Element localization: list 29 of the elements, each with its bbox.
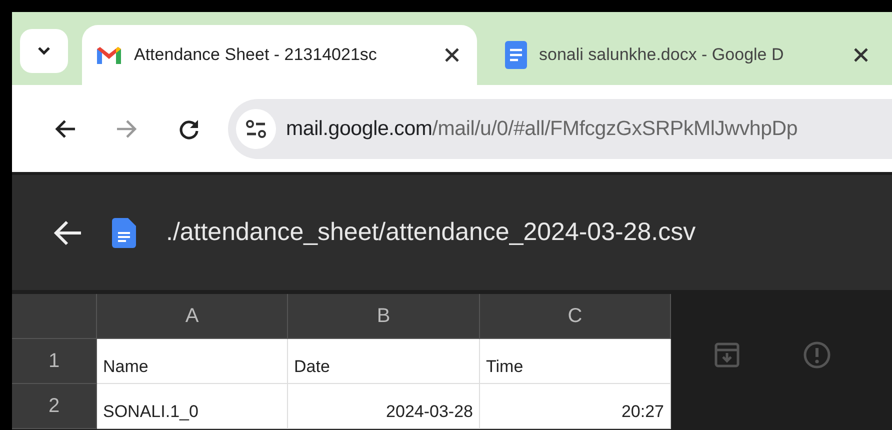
- back-button[interactable]: [52, 220, 82, 246]
- browser-tab[interactable]: Attendance Sheet - 21314021sc: [82, 25, 477, 85]
- row-header[interactable]: 1: [12, 339, 97, 384]
- url-text: mail.google.com/mail/u/0/#all/FMfcgzGxSRPkMlJwvhpDp: [286, 116, 798, 140]
- chevron-down-icon: [37, 46, 51, 55]
- browser-tab[interactable]: sonali salunkhe.docx - Google D: [491, 25, 886, 85]
- column-header[interactable]: A: [97, 294, 288, 339]
- table-cell: 20:27: [480, 384, 671, 429]
- table-cell: Name: [97, 339, 288, 384]
- site-info-button[interactable]: [236, 108, 276, 148]
- mail-icon: [96, 45, 122, 65]
- back-arrow-icon: [52, 220, 82, 246]
- back-arrow-icon: [54, 118, 76, 138]
- forward-arrow-icon: [116, 118, 138, 138]
- table-cell: Time: [480, 339, 671, 384]
- tune-icon: [245, 120, 267, 138]
- document-icon: [505, 41, 527, 69]
- document-icon: [112, 218, 136, 248]
- row-header[interactable]: 2: [12, 384, 97, 429]
- alert-icon: [802, 340, 832, 370]
- address-bar[interactable]: mail.google.com/mail/u/0/#all/FMfcgzGxSRPkMlJwvhpDp: [228, 98, 892, 158]
- table-cell: SONALI.1_0: [97, 384, 288, 429]
- table-cell: 2024-03-28: [288, 384, 480, 429]
- reload-icon: [178, 118, 200, 140]
- table-cell: Date: [288, 339, 480, 384]
- file-name: ./attendance_sheet/attendance_2024-03-28.csv: [166, 218, 696, 247]
- archive-icon: [712, 340, 742, 370]
- column-header[interactable]: B: [288, 294, 480, 339]
- column-header[interactable]: C: [480, 294, 671, 339]
